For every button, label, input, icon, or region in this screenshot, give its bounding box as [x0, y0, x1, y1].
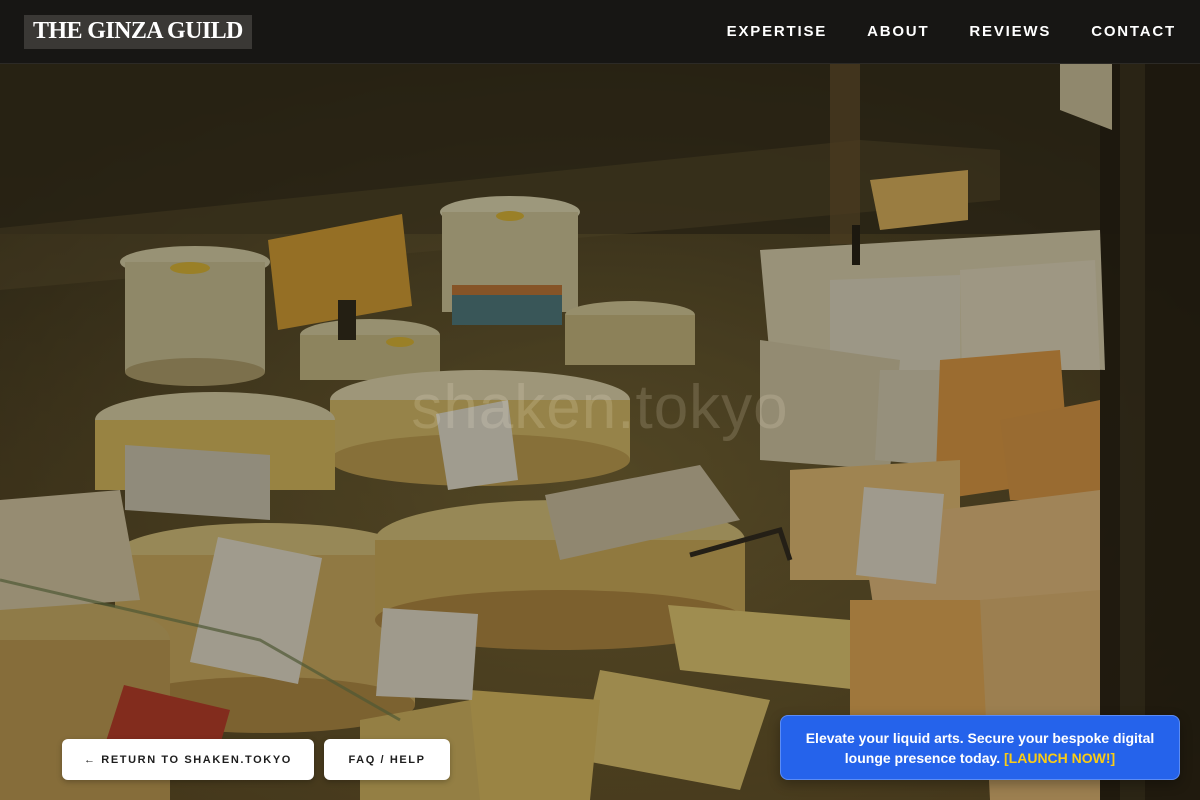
nav-link-about[interactable]: ABOUT	[867, 23, 929, 40]
promo-banner[interactable]: Elevate your liquid arts. Secure your be…	[780, 715, 1180, 780]
watermark-text: shaken.tokyo	[411, 373, 789, 442]
return-to-shaken-button[interactable]: ← RETURN TO SHAKEN.TOKYO	[62, 739, 314, 780]
top-navbar: THE GINZA GUILD EXPERTISE ABOUT REVIEWS …	[0, 0, 1200, 64]
faq-help-button[interactable]: FAQ / HELP	[324, 739, 450, 780]
launch-now-link[interactable]: [LAUNCH NOW!]	[1004, 750, 1115, 766]
nav-link-expertise[interactable]: EXPERTISE	[727, 23, 827, 40]
nav-link-reviews[interactable]: REVIEWS	[969, 23, 1051, 40]
hero-background-photo: shaken.tokyo	[0, 0, 1200, 800]
brand-logo[interactable]: THE GINZA GUILD	[24, 14, 252, 49]
nav-link-contact[interactable]: CONTACT	[1091, 23, 1176, 40]
nav-links: EXPERTISE ABOUT REVIEWS CONTACT	[727, 23, 1176, 40]
